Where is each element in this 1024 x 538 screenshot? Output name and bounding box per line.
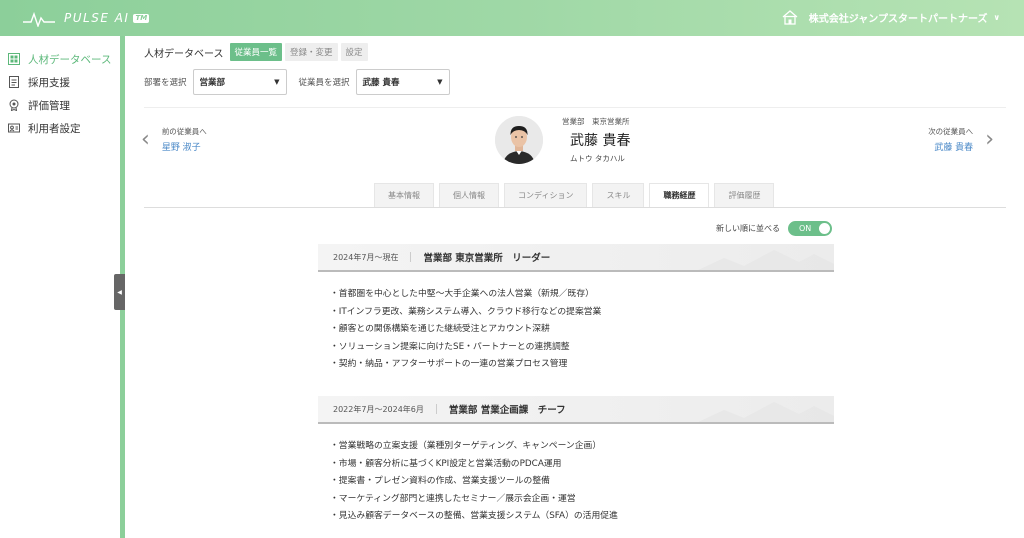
list-item: ・ソリューション提案に向けたSE・パートナーとの連携調整 <box>330 341 570 352</box>
sidebar-item-talent-db[interactable]: 人材データベース <box>8 51 111 67</box>
sidebar-item-label: 人材データベース <box>28 53 112 66</box>
profile-tabs: 基本情報 個人情報 コンディション スキル 職務経歴 評価履歴 <box>374 183 779 208</box>
next-employee-name[interactable]: 武藤 貴春 <box>928 140 973 153</box>
duties-list: ・首都圏を中心とした中堅〜大手企業への法人営業（新規／既存） ・ITインフラ更改… <box>318 286 834 374</box>
sidebar-item-label: 利用者設定 <box>28 122 81 135</box>
main-content: 人材データベース 従業員一覧 登録・変更 設定 部署を選択 営業部 ▼ 従業員を… <box>125 36 1024 538</box>
employee-department: 営業部 東京営業所 <box>562 117 630 126</box>
sort-label: 新しい順に並べる <box>716 224 780 233</box>
list-item: ・ITインフラ更改、業務システム導入、クラウド移行などの提案営業 <box>330 306 602 317</box>
chevron-left-icon[interactable]: ‹ <box>141 128 150 151</box>
page-toolbar: 人材データベース 従業員一覧 登録・変更 設定 <box>144 43 371 61</box>
header-separator <box>435 404 437 414</box>
medal-icon <box>8 99 20 111</box>
app-header: PULSE AI TM 株式会社ジャンプスタートパートナーズ ∨ <box>0 0 1024 36</box>
employee-name: 武藤 貴春 <box>570 133 631 149</box>
header-separator <box>410 252 412 262</box>
tab-condition[interactable]: コンディション <box>504 183 588 208</box>
tab-career-history[interactable]: 職務経歴 <box>649 183 710 208</box>
list-item: ・契約・納品・アフターサポートの一連の営業プロセス管理 <box>330 359 568 370</box>
tab-personal-info[interactable]: 個人情報 <box>439 183 499 208</box>
sidebar-collapse-button[interactable]: ◀ <box>114 274 125 310</box>
prev-employee-name[interactable]: 星野 淑子 <box>162 140 207 153</box>
sidebar: 人材データベース 採用支援 評価管理 利用者設定 <box>0 36 120 538</box>
career-entry: 2022年7月〜2024年6月 営業部 営業企画課 チーフ ・営業戦略の立案支援… <box>318 396 834 526</box>
app-name: PULSE AI <box>64 11 130 25</box>
sort-control: 新しい順に並べる ON <box>716 221 832 236</box>
list-item: ・見込み顧客データベースの整備、営業支援システム（SFA）の活用促進 <box>330 511 618 522</box>
tab-skills[interactable]: スキル <box>592 183 645 208</box>
career-role: 営業部 東京営業所 リーダー <box>423 253 551 264</box>
app-logo[interactable]: PULSE AI TM <box>22 8 150 28</box>
document-icon <box>8 76 20 88</box>
employee-select-value: 武藤 貴春 <box>362 78 400 88</box>
sidebar-item-user-settings[interactable]: 利用者設定 <box>8 120 81 136</box>
dept-select-label: 部署を選択 <box>144 78 187 88</box>
career-period: 2024年7月〜現在 <box>333 252 399 262</box>
toggle-state: ON <box>799 224 812 233</box>
tab-employee-list[interactable]: 従業員一覧 <box>229 43 283 61</box>
prev-employee-nav[interactable]: ‹ 前の従業員へ 星野 淑子 <box>141 126 207 153</box>
employee-kana: ムトウ タカハル <box>570 154 625 163</box>
company-menu[interactable]: 株式会社ジャンプスタートパートナーズ ∨ <box>781 9 1000 25</box>
company-name: 株式会社ジャンプスタートパートナーズ <box>808 13 988 25</box>
employee-info: 営業部 東京営業所 武藤 貴春 ムトウ タカハル <box>562 116 630 164</box>
list-item: ・提案書・プレゼン資料の作成、営業支援ツールの整備 <box>330 476 550 487</box>
filter-bar: 部署を選択 営業部 ▼ 従業員を選択 武藤 貴春 ▼ <box>144 69 450 95</box>
sidebar-item-recruiting[interactable]: 採用支援 <box>8 74 70 90</box>
tabs-baseline <box>144 207 1006 208</box>
list-item: ・マーケティング部門と連携したセミナー／展示会企画・運営 <box>330 493 576 504</box>
list-item: ・市場・顧客分析に基づくKPI設定と営業活動のPDCA運用 <box>330 458 562 469</box>
mountain-decoration-icon <box>698 250 834 270</box>
sort-newest-toggle[interactable]: ON <box>788 221 832 236</box>
pulse-logo-icon <box>23 11 55 27</box>
career-header: 2024年7月〜現在 営業部 東京営業所 リーダー <box>318 244 834 272</box>
next-employee-label: 次の従業員へ <box>928 127 974 136</box>
career-period: 2022年7月〜2024年6月 <box>333 404 424 414</box>
page-title: 人材データベース <box>144 48 224 60</box>
next-employee-nav[interactable]: 次の従業員へ 武藤 貴春 › <box>928 126 994 153</box>
duties-list: ・営業戦略の立案支援（業種別ターゲティング、キャンペーン企画） ・市場・顧客分析… <box>318 438 834 526</box>
user-card-icon <box>8 122 20 134</box>
sidebar-item-label: 評価管理 <box>28 99 70 112</box>
career-entry: 2024年7月〜現在 営業部 東京営業所 リーダー ・首都圏を中心とした中堅〜大… <box>318 244 834 374</box>
chevron-right-icon[interactable]: › <box>985 128 994 151</box>
employee-select[interactable]: 武藤 貴春 ▼ <box>355 69 450 95</box>
list-item: ・顧客との関係構築を通じた継続受注とアカウント深耕 <box>330 324 550 335</box>
department-select[interactable]: 営業部 ▼ <box>192 69 287 95</box>
mountain-decoration-icon <box>698 402 834 422</box>
section-divider <box>144 107 1006 108</box>
people-grid-icon <box>8 53 20 65</box>
tab-settings[interactable]: 設定 <box>340 43 368 61</box>
tab-basic-info[interactable]: 基本情報 <box>374 183 434 208</box>
dropdown-arrow-icon: ▼ <box>274 78 280 86</box>
sidebar-item-evaluation[interactable]: 評価管理 <box>8 97 70 113</box>
home-icon[interactable] <box>781 9 799 25</box>
tab-evaluation-history[interactable]: 評価履歴 <box>714 183 775 208</box>
toggle-knob <box>819 223 830 234</box>
employee-select-label: 従業員を選択 <box>298 78 350 88</box>
list-item: ・営業戦略の立案支援（業種別ターゲティング、キャンペーン企画） <box>330 441 602 451</box>
tab-register-edit[interactable]: 登録・変更 <box>285 43 338 61</box>
dropdown-arrow-icon: ▼ <box>437 78 443 86</box>
prev-employee-label: 前の従業員へ <box>161 127 207 136</box>
trademark-badge: TM <box>133 13 150 23</box>
career-role: 営業部 営業企画課 チーフ <box>448 405 566 416</box>
list-item: ・首都圏を中心とした中堅〜大手企業への法人営業（新規／既存） <box>330 289 594 299</box>
employee-avatar <box>495 116 543 164</box>
career-header: 2022年7月〜2024年6月 営業部 営業企画課 チーフ <box>318 396 834 424</box>
chevron-down-icon: ∨ <box>993 12 1001 22</box>
sidebar-item-label: 採用支援 <box>28 76 70 89</box>
department-select-value: 営業部 <box>199 78 226 88</box>
